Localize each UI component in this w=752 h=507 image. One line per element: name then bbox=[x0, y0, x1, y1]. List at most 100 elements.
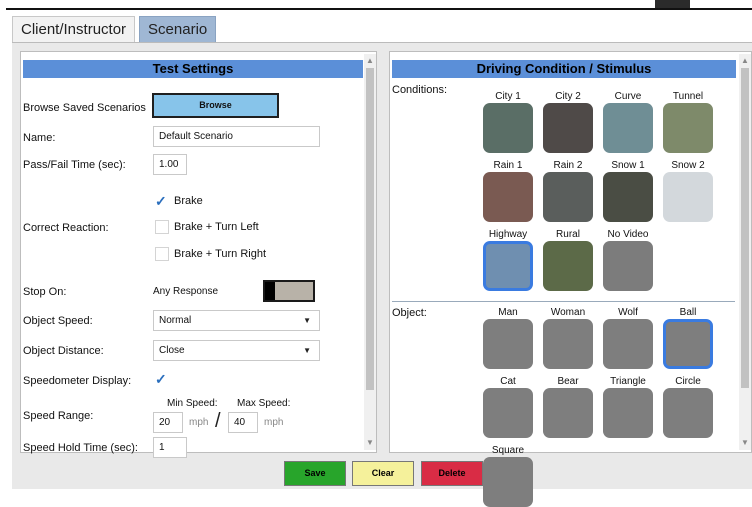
conditions-label: Conditions: bbox=[392, 84, 448, 96]
condition-tile-curve[interactable] bbox=[603, 103, 653, 153]
window-top-border bbox=[6, 8, 752, 10]
delete-button[interactable]: Delete bbox=[421, 461, 483, 486]
condition-label-rain-2: Rain 2 bbox=[553, 160, 583, 171]
name-label: Name: bbox=[23, 132, 56, 144]
brake-turn-left-label: Brake + Turn Left bbox=[174, 221, 259, 233]
test-settings-title: Test Settings bbox=[23, 60, 363, 78]
condition-tile-snow-1[interactable] bbox=[603, 172, 653, 222]
object-tile-man[interactable] bbox=[483, 319, 533, 369]
condition-label-city-2: City 2 bbox=[555, 91, 581, 102]
condition-label-snow-2: Snow 2 bbox=[671, 160, 705, 171]
object-label-bear: Bear bbox=[557, 376, 579, 387]
object-distance-select[interactable]: Close ▼ bbox=[153, 340, 320, 361]
brake-turn-right-checkbox[interactable] bbox=[155, 247, 169, 261]
passfail-label: Pass/Fail Time (sec): bbox=[23, 159, 126, 171]
object-tile-wolf[interactable] bbox=[603, 319, 653, 369]
chevron-down-icon: ▼ bbox=[303, 346, 311, 355]
max-speed-input[interactable]: 40 bbox=[228, 412, 258, 433]
object-label-ball: Ball bbox=[679, 307, 697, 318]
object-speed-select[interactable]: Normal ▼ bbox=[153, 310, 320, 331]
object-label-triangle: Triangle bbox=[610, 376, 646, 387]
stop-on-toggle[interactable] bbox=[263, 280, 315, 302]
stop-on-value: Any Response bbox=[153, 286, 219, 297]
speedometer-checkbox[interactable]: ✓ bbox=[155, 372, 169, 386]
scroll-up-icon[interactable]: ▲ bbox=[365, 56, 375, 66]
toggle-knob bbox=[265, 282, 275, 300]
right-scroll-thumb[interactable] bbox=[741, 68, 749, 388]
browse-button[interactable]: Browse bbox=[152, 93, 279, 118]
condition-tile-snow-2[interactable] bbox=[663, 172, 713, 222]
condition-label-snow-1: Snow 1 bbox=[611, 160, 645, 171]
speedometer-label: Speedometer Display: bbox=[23, 375, 132, 387]
condition-label-tunnel: Tunnel bbox=[672, 91, 704, 102]
condition-tile-no-video[interactable] bbox=[603, 241, 653, 291]
speed-separator: / bbox=[215, 410, 221, 432]
condition-tile-highway[interactable] bbox=[483, 241, 533, 291]
object-speed-label: Object Speed: bbox=[23, 315, 93, 327]
tab-bar: Client/Instructor Scenario bbox=[12, 16, 220, 42]
tab-scenario[interactable]: Scenario bbox=[139, 16, 217, 42]
chevron-down-icon: ▼ bbox=[303, 316, 311, 325]
min-speed-input[interactable]: 20 bbox=[153, 412, 183, 433]
hold-time-label: Speed Hold Time (sec): bbox=[23, 442, 138, 454]
driving-condition-title: Driving Condition / Stimulus bbox=[392, 60, 736, 78]
condition-tile-rural[interactable] bbox=[543, 241, 593, 291]
object-label-woman: Woman bbox=[550, 307, 586, 318]
scroll-down-icon[interactable]: ▼ bbox=[740, 438, 750, 448]
condition-tile-tunnel[interactable] bbox=[663, 103, 713, 153]
object-tile-cat[interactable] bbox=[483, 388, 533, 438]
brake-checkbox[interactable]: ✓ bbox=[155, 194, 169, 208]
object-label-wolf: Wolf bbox=[618, 307, 638, 318]
condition-label-rural: Rural bbox=[556, 229, 580, 240]
right-scrollbar[interactable]: ▲ ▼ bbox=[739, 54, 751, 450]
browse-label: Browse Saved Scenarios bbox=[23, 102, 146, 114]
speed-range-label: Speed Range: bbox=[23, 410, 94, 422]
object-label-man: Man bbox=[498, 307, 518, 318]
brake-label: Brake bbox=[174, 195, 203, 207]
condition-tile-rain-1[interactable] bbox=[483, 172, 533, 222]
object-tile-woman[interactable] bbox=[543, 319, 593, 369]
left-scrollbar[interactable]: ▲ ▼ bbox=[364, 54, 376, 450]
test-settings-panel: Test Settings Browse Saved Scenarios Bro… bbox=[20, 51, 377, 458]
left-scroll-thumb[interactable] bbox=[366, 68, 374, 390]
condition-label-rain-1: Rain 1 bbox=[493, 160, 523, 171]
object-label-square: Square bbox=[491, 445, 525, 456]
object-label: Object: bbox=[392, 307, 427, 319]
min-speed-label: Min Speed: bbox=[167, 398, 218, 409]
brake-turn-right-label: Brake + Turn Right bbox=[174, 248, 267, 260]
driving-condition-panel: Driving Condition / Stimulus Conditions:… bbox=[389, 51, 752, 507]
condition-tile-city-1[interactable] bbox=[483, 103, 533, 153]
condition-label-curve: Curve bbox=[614, 91, 642, 102]
scenario-content: Test Settings Browse Saved Scenarios Bro… bbox=[12, 42, 752, 507]
object-label-cat: Cat bbox=[500, 376, 516, 387]
scroll-down-icon[interactable]: ▼ bbox=[365, 438, 375, 448]
min-speed-unit: mph bbox=[189, 417, 209, 428]
object-label-circle: Circle bbox=[675, 376, 701, 387]
condition-label-city-1: City 1 bbox=[495, 91, 521, 102]
correct-reaction-label: Correct Reaction: bbox=[23, 222, 109, 234]
condition-tile-rain-2[interactable] bbox=[543, 172, 593, 222]
object-tile-circle[interactable] bbox=[663, 388, 713, 438]
tab-client-instructor[interactable]: Client/Instructor bbox=[12, 16, 136, 42]
clear-button[interactable]: Clear bbox=[352, 461, 414, 486]
save-button[interactable]: Save bbox=[284, 461, 346, 486]
object-tile-square[interactable] bbox=[483, 457, 533, 507]
condition-tile-city-2[interactable] bbox=[543, 103, 593, 153]
object-tile-ball[interactable] bbox=[663, 319, 713, 369]
section-divider bbox=[392, 301, 735, 302]
object-tile-triangle[interactable] bbox=[603, 388, 653, 438]
object-distance-value: Close bbox=[159, 345, 185, 356]
brake-turn-left-checkbox[interactable] bbox=[155, 220, 169, 234]
condition-label-no-video: No Video bbox=[607, 229, 649, 240]
max-speed-unit: mph bbox=[264, 417, 284, 428]
name-input[interactable]: Default Scenario bbox=[153, 126, 320, 147]
object-tile-bear[interactable] bbox=[543, 388, 593, 438]
object-distance-label: Object Distance: bbox=[23, 345, 104, 357]
scroll-up-icon[interactable]: ▲ bbox=[740, 56, 750, 66]
condition-label-highway: Highway bbox=[488, 229, 528, 240]
hold-time-input[interactable]: 1 bbox=[153, 437, 187, 458]
object-speed-value: Normal bbox=[159, 315, 192, 326]
stop-on-label: Stop On: bbox=[23, 286, 67, 298]
max-speed-label: Max Speed: bbox=[237, 398, 291, 409]
passfail-input[interactable]: 1.00 bbox=[153, 154, 187, 175]
